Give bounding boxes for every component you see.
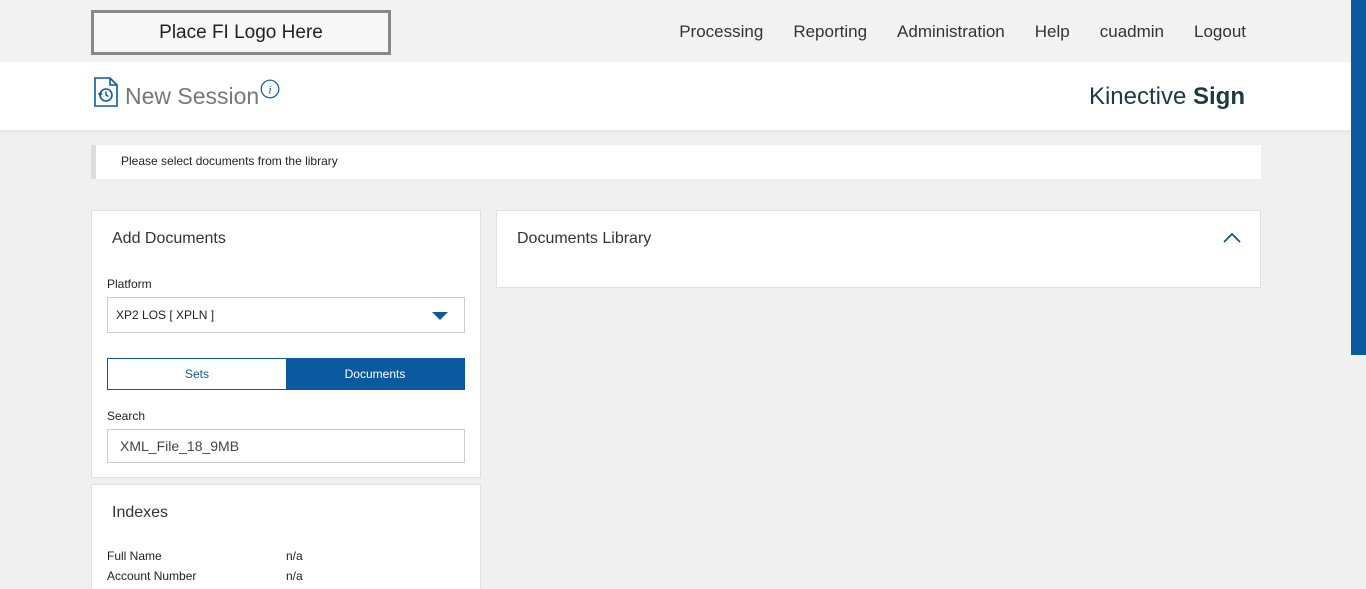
documents-library-panel: Documents Library [496,210,1261,288]
brand-name: Kinective Sign [1089,83,1245,111]
platform-value: XP2 LOS [ XPLN ] [116,308,215,322]
index-label-account-number: Account Number [107,569,197,583]
sets-documents-toggle: Sets Documents [107,358,465,390]
index-value-full-name: n/a [286,549,303,563]
nav-reporting[interactable]: Reporting [793,22,867,42]
nav-help[interactable]: Help [1035,22,1070,42]
indexes-title: Indexes [112,504,169,521]
add-documents-panel: Add Documents Platform XP2 LOS [ XPLN ] … [91,210,481,478]
documents-library-title: Documents Library [517,230,652,247]
top-bar: Place FI Logo Here Processing Reporting … [0,0,1351,62]
add-documents-title: Add Documents [112,230,226,247]
nav-administration[interactable]: Administration [897,22,1005,42]
nav-processing[interactable]: Processing [679,22,763,42]
chevron-down-icon [432,312,448,320]
main-nav: Processing Reporting Administration Help… [679,22,1246,42]
indexes-panel: Indexes Full Name n/a Account Number n/a [91,484,481,589]
chevron-up-icon[interactable] [1222,231,1242,245]
nav-user[interactable]: cuadmin [1100,22,1164,42]
info-icon[interactable]: i [260,79,280,99]
index-label-full-name: Full Name [107,549,162,563]
platform-label: Platform [107,277,152,291]
brand-bold: Sign [1193,83,1245,110]
toggle-documents[interactable]: Documents [286,359,464,389]
scrollbar-thumb[interactable] [1351,0,1366,355]
page-header: New Session i Kinective Sign [0,62,1351,130]
page-title: New Session [125,83,260,109]
nav-logout[interactable]: Logout [1194,22,1246,42]
search-input[interactable] [107,429,465,463]
brand-light: Kinective [1088,83,1187,110]
search-label: Search [107,409,146,423]
notice-banner: Please select documents from the library [91,145,1261,179]
platform-select[interactable]: XP2 LOS [ XPLN ] [107,297,465,333]
index-value-account-number: n/a [286,569,303,583]
session-history-icon [94,77,118,107]
svg-text:i: i [268,83,271,97]
toggle-sets[interactable]: Sets [108,359,286,389]
logo-placeholder: Place FI Logo Here [91,10,391,55]
